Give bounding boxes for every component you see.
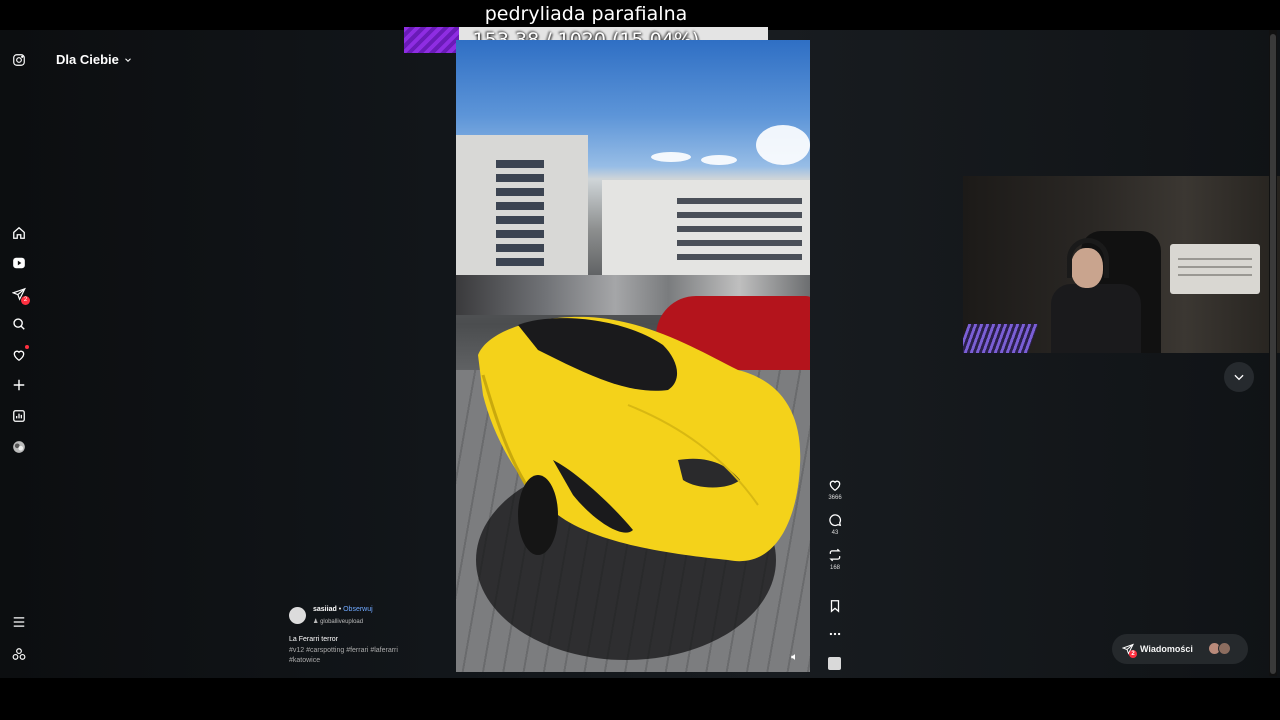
feed-selector-label: Dla Ciebie bbox=[56, 52, 119, 67]
more-options-button[interactable] bbox=[824, 627, 846, 641]
save-button[interactable] bbox=[824, 599, 846, 613]
cloud bbox=[651, 152, 691, 162]
plus-icon[interactable] bbox=[10, 376, 28, 394]
person-icon: ♟ bbox=[313, 619, 319, 625]
bottom-black-bar bbox=[0, 678, 1280, 720]
comment-icon bbox=[829, 514, 842, 527]
building-left bbox=[456, 135, 588, 285]
keyboard bbox=[963, 324, 1039, 353]
headset bbox=[1067, 238, 1109, 278]
reel-video[interactable] bbox=[456, 40, 810, 672]
overlay-title: pedryliada parafialna bbox=[484, 3, 688, 25]
yellow-ferrari bbox=[478, 316, 801, 562]
air-conditioner bbox=[1170, 244, 1260, 294]
cloud bbox=[756, 125, 810, 165]
repost-button[interactable]: 168 bbox=[824, 548, 846, 571]
send-icon[interactable]: 2 bbox=[10, 285, 30, 305]
reels-icon[interactable] bbox=[10, 254, 28, 272]
mute-icon[interactable] bbox=[790, 652, 800, 662]
chart-icon[interactable] bbox=[10, 407, 28, 425]
scrollbar-thumb[interactable] bbox=[1270, 34, 1276, 674]
comment-count: 43 bbox=[831, 530, 839, 536]
avatar-icon[interactable] bbox=[10, 438, 28, 456]
feed-selector[interactable]: Dla Ciebie bbox=[56, 52, 133, 67]
next-reel-button[interactable] bbox=[1224, 362, 1254, 392]
heart-icon bbox=[829, 480, 841, 492]
notification-dot bbox=[25, 345, 29, 349]
audio-line[interactable]: ♟ globalliveupload bbox=[313, 618, 363, 625]
ellipsis-icon bbox=[829, 632, 841, 636]
webcam-feed bbox=[963, 176, 1280, 353]
cloud bbox=[701, 155, 737, 165]
building-right bbox=[602, 180, 810, 280]
menu-icon[interactable] bbox=[10, 613, 28, 631]
caption-title: La Ferarri terror bbox=[289, 636, 339, 643]
caption-hashtags[interactable]: #v12 #carspotting #ferrari #laferarri #k… bbox=[289, 646, 429, 666]
separator: • bbox=[338, 606, 342, 613]
heart-icon[interactable] bbox=[10, 345, 29, 364]
audio-name: globalliveupload bbox=[320, 619, 364, 625]
message-avatars bbox=[1208, 642, 1234, 656]
send-icon: 2 bbox=[1121, 643, 1137, 658]
threads-icon[interactable] bbox=[10, 645, 28, 663]
chevron-down-icon bbox=[1234, 374, 1244, 381]
audio-thumbnail[interactable] bbox=[828, 657, 841, 670]
like-count: 3666 bbox=[828, 495, 842, 501]
author-line: sasiiad • Obserwuj bbox=[313, 606, 373, 613]
chevron-down-icon bbox=[124, 57, 131, 62]
messages-badge: 2 bbox=[21, 296, 30, 305]
author-username[interactable]: sasiiad bbox=[313, 606, 337, 613]
messages-badge: 2 bbox=[1129, 650, 1137, 658]
search-icon[interactable] bbox=[10, 315, 28, 333]
comment-button[interactable]: 43 bbox=[824, 513, 846, 536]
follow-button[interactable]: Obserwuj bbox=[343, 606, 373, 613]
repost-count: 168 bbox=[829, 565, 840, 571]
instagram-logo-icon[interactable] bbox=[10, 51, 28, 69]
repost-icon bbox=[829, 548, 841, 562]
home-icon[interactable] bbox=[10, 224, 28, 242]
messages-pill[interactable]: 2 Wiadomości bbox=[1112, 634, 1248, 664]
like-button[interactable]: 3666 bbox=[824, 478, 846, 501]
bookmark-icon bbox=[830, 600, 840, 613]
messages-label: Wiadomości bbox=[1140, 644, 1193, 654]
author-avatar[interactable] bbox=[289, 607, 306, 624]
streamer-body bbox=[1051, 284, 1141, 353]
